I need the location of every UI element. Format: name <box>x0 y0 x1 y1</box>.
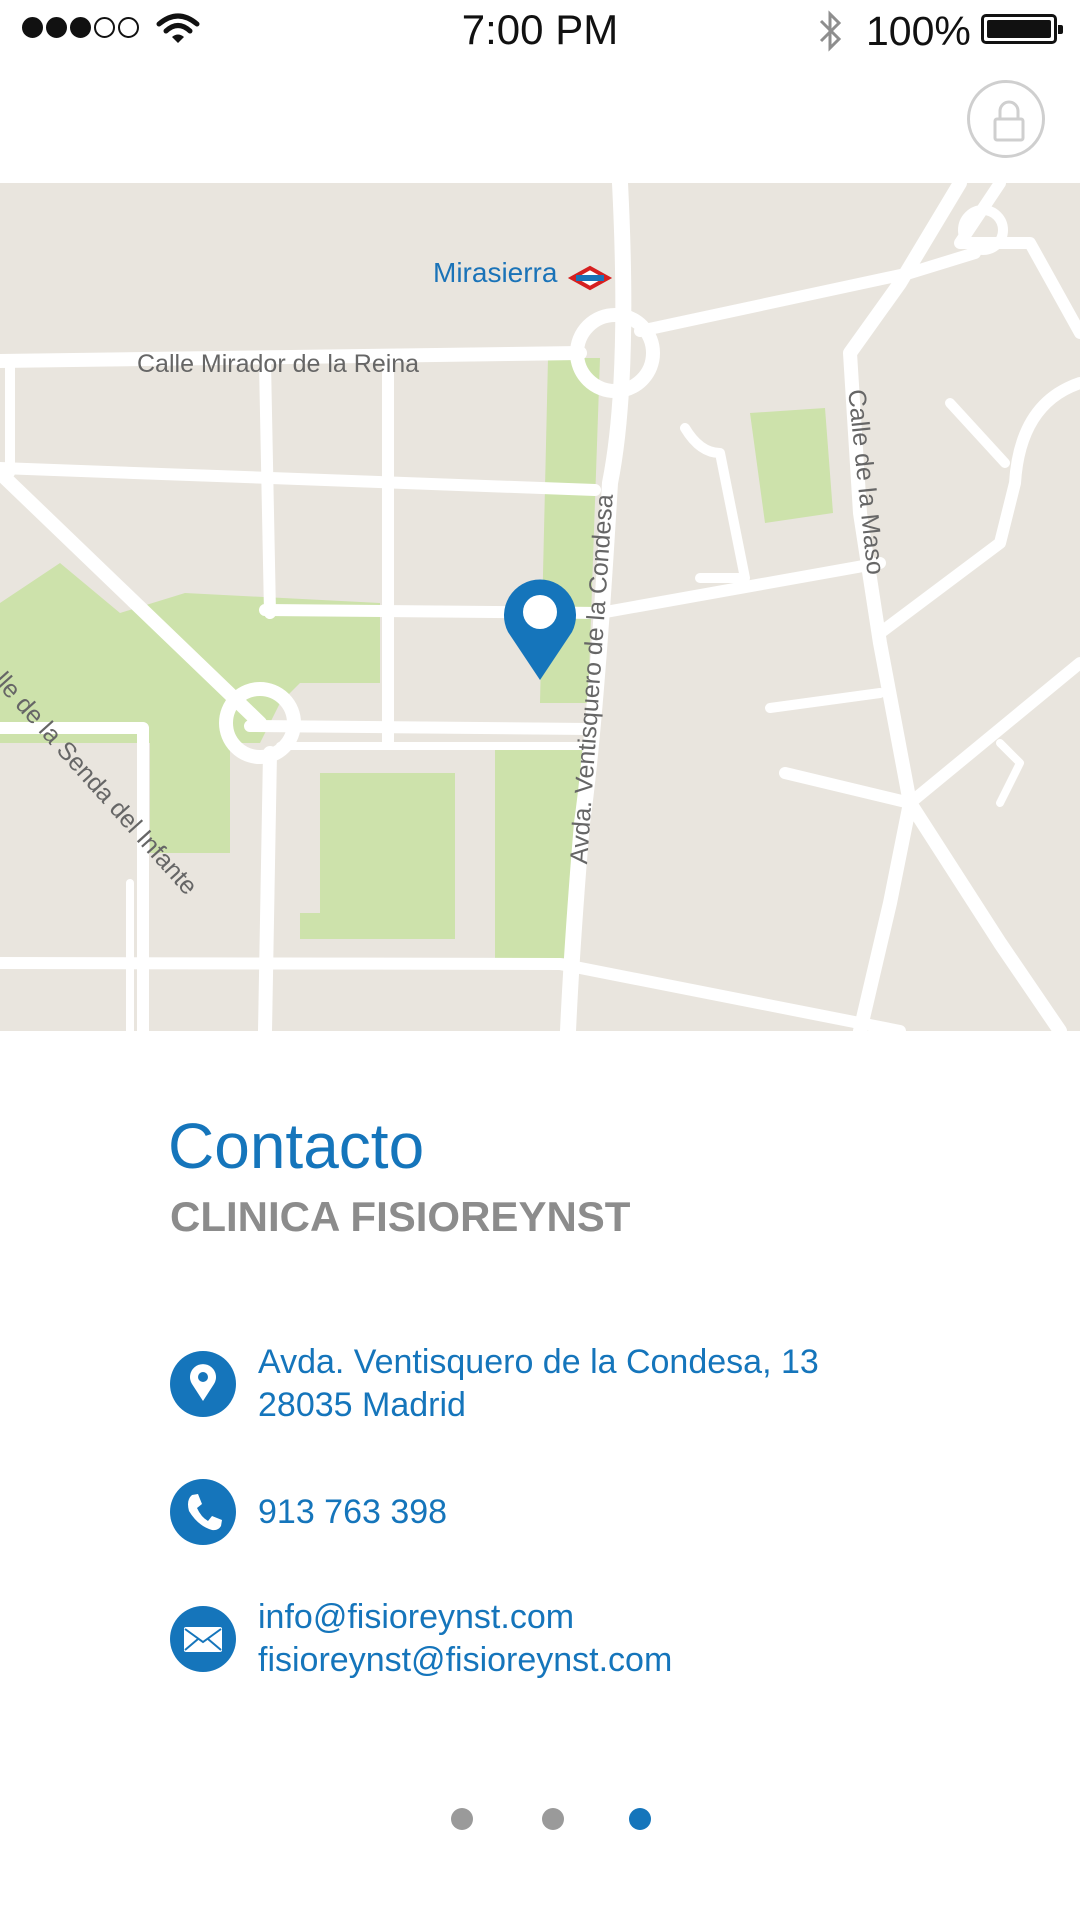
status-bar: 7:00 PM 100% <box>0 0 1080 60</box>
metro-station-label: Mirasierra <box>433 257 558 288</box>
address-line-2: 28035 Madrid <box>258 1386 466 1424</box>
clinic-name: CLINICA FISIOREYNST <box>170 1193 631 1240</box>
page-indicator <box>0 1808 1080 1832</box>
battery-icon <box>981 14 1063 44</box>
page-dot-3[interactable] <box>629 1808 651 1830</box>
phone-number: 913 763 398 <box>258 1492 448 1531</box>
email-line-2: fisioreynst@fisioreynst.com <box>258 1641 673 1679</box>
address-text: Avda. Ventisquero de la Condesa, 13 2803… <box>258 1341 819 1427</box>
address-line-1: Avda. Ventisquero de la Condesa, 13 <box>258 1343 819 1381</box>
bluetooth-icon <box>815 8 845 59</box>
email-text: info@fisioreynst.com fisioreynst@fisiore… <box>258 1596 672 1682</box>
street-label-mirador: Calle Mirador de la Reina <box>137 350 420 378</box>
page-dot-2[interactable] <box>542 1808 564 1830</box>
page-dot-1[interactable] <box>451 1808 473 1830</box>
map-view[interactable]: Mirasierra Calle Mirador de la Reina Cal… <box>0 183 1080 1031</box>
email-row[interactable]: info@fisioreynst.com fisioreynst@fisiore… <box>170 1596 672 1682</box>
location-icon <box>170 1351 236 1417</box>
email-line-1: info@fisioreynst.com <box>258 1598 575 1636</box>
lock-icon <box>993 100 1025 142</box>
page-title: Contacto <box>168 1110 425 1182</box>
mail-icon <box>170 1606 236 1672</box>
battery-percent: 100% <box>866 8 971 54</box>
phone-icon <box>170 1479 236 1545</box>
address-row[interactable]: Avda. Ventisquero de la Condesa, 13 2803… <box>170 1341 819 1427</box>
phone-row[interactable]: 913 763 398 <box>170 1479 447 1545</box>
lock-button[interactable] <box>967 80 1045 158</box>
